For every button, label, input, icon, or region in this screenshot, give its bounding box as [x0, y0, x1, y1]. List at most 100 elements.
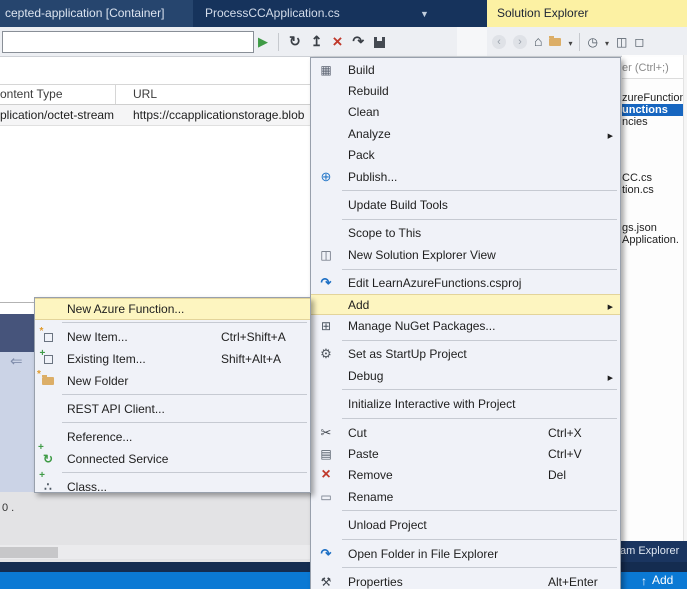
menu-item-pack[interactable]: Pack [311, 145, 620, 166]
column-header-content-type[interactable]: ontent Type [0, 84, 63, 104]
tab-container-document[interactable]: cepted-application [Container] [0, 0, 193, 27]
tree-item-file[interactable]: tion.cs [622, 184, 683, 196]
clipboard-icon [320, 446, 331, 462]
column-divider[interactable] [115, 85, 116, 104]
menu-separator [311, 216, 620, 223]
menu-item-rename[interactable]: Rename [311, 486, 620, 507]
menu-item-new-azure-function[interactable]: New Azure Function... [35, 298, 310, 320]
filter-dropdown-icon[interactable] [605, 34, 609, 50]
shortcut-label: Del [548, 468, 567, 483]
menu-item-edit-csproj[interactable]: Edit LearnAzureFunctions.csproj [311, 273, 620, 294]
project-context-menu: Build Rebuild Clean Analyze Pack Publish… [310, 57, 621, 589]
shortcut-label: Ctrl+V [548, 446, 582, 461]
menu-item-unload-project[interactable]: Unload Project [311, 514, 620, 535]
rename-icon [320, 489, 331, 505]
menu-separator [311, 266, 620, 273]
forward-icon[interactable]: › [513, 35, 527, 49]
save-icon[interactable] [374, 36, 386, 48]
scissors-icon [321, 425, 332, 441]
menu-item-debug[interactable]: Debug [311, 365, 620, 386]
menu-separator [311, 536, 620, 543]
cell-content-type: plication/octet-stream [0, 108, 115, 122]
menu-item-update-build-tools[interactable]: Update Build Tools [311, 194, 620, 215]
wrench-icon [321, 574, 332, 589]
back-icon[interactable]: ‹ [492, 35, 506, 49]
menu-item-new-folder[interactable]: * New Folder [35, 370, 310, 392]
connected-service-icon: + [38, 443, 53, 468]
menu-separator [311, 415, 620, 422]
tree-item-dependencies[interactable]: ncies [622, 116, 683, 128]
menu-item-clean[interactable]: Clean [311, 102, 620, 123]
upload-icon[interactable] [311, 34, 323, 50]
tab-processccapplication[interactable]: ProcessCCApplication.cs [205, 0, 340, 27]
menu-item-scope-to-this[interactable]: Scope to This [311, 223, 620, 244]
menu-item-analyze[interactable]: Analyze [311, 123, 620, 144]
pending-changes-filter-icon[interactable] [587, 34, 597, 50]
blob-filter-input[interactable] [2, 31, 254, 53]
add-to-source-control-button[interactable]: Add [641, 572, 673, 589]
menu-item-remove[interactable]: Remove Del [311, 465, 620, 486]
existing-item-icon: + [40, 348, 53, 364]
switch-views-icon[interactable] [549, 36, 562, 46]
tab-team-explorer[interactable]: am Explorer [610, 541, 687, 562]
menu-item-publish[interactable]: Publish... [311, 166, 620, 187]
menu-item-rest-api-client[interactable]: REST API Client... [35, 398, 310, 420]
panel-splitter[interactable] [457, 27, 487, 57]
navigate-back-icon[interactable] [10, 354, 23, 370]
menu-item-initialize-interactive[interactable]: Initialize Interactive with Project [311, 393, 620, 414]
menu-item-class[interactable]: + Class... [35, 471, 310, 493]
run-icon[interactable] [258, 34, 268, 50]
menu-item-add[interactable]: Add [311, 293, 620, 316]
cell-url: https://ccapplicationstorage.blob [133, 108, 305, 122]
column-header-url[interactable]: URL [133, 84, 157, 104]
menu-item-rebuild[interactable]: Rebuild [311, 80, 620, 101]
menu-item-open-folder-in-file-explorer[interactable]: Open Folder in File Explorer [311, 543, 620, 564]
menu-separator [311, 386, 620, 393]
menu-separator [311, 564, 620, 571]
document-well-dropdown-icon[interactable]: ▼ [420, 9, 429, 19]
new-solution-explorer-view-icon [320, 247, 331, 263]
gear-icon [320, 346, 332, 362]
submenu-arrow-icon [608, 367, 613, 385]
background-counter-text: 0 . [2, 502, 15, 514]
new-folder-icon: * [37, 370, 54, 385]
menu-item-new-item[interactable]: * New Item... Ctrl+Shift+A [35, 326, 310, 348]
sync-with-active-document-icon[interactable] [634, 34, 644, 50]
menu-item-set-as-startup-project[interactable]: Set as StartUp Project [311, 344, 620, 365]
tree-item-project-selected[interactable]: unctions [622, 104, 683, 116]
menu-item-properties[interactable]: Properties Alt+Enter [311, 571, 620, 589]
shortcut-label: Ctrl+X [548, 425, 582, 440]
background-divider [0, 302, 34, 303]
tree-item-file[interactable]: Application. [622, 234, 683, 246]
shortcut-label: Alt+Enter [548, 574, 598, 589]
refresh-icon[interactable] [289, 34, 301, 50]
menu-item-existing-item[interactable]: + Existing Item... Shift+Alt+A [35, 348, 310, 370]
publish-icon [321, 169, 332, 185]
solution-explorer-toolbar-buttons: ‹ › [492, 27, 644, 57]
delete-icon[interactable] [332, 33, 342, 51]
tree-item-file[interactable]: gs.json [622, 222, 683, 234]
redo-icon[interactable] [352, 34, 364, 50]
tree-item-file[interactable]: CC.cs [622, 172, 683, 184]
menu-item-connected-service[interactable]: + Connected Service [35, 443, 310, 470]
add-to-source-control-label: Add [652, 573, 674, 587]
toolbar-divider [278, 33, 279, 51]
menu-item-build[interactable]: Build [311, 59, 620, 80]
solution-explorer-search-input[interactable]: er (Ctrl+;) [622, 57, 683, 79]
menu-item-cut[interactable]: Cut Ctrl+X [311, 422, 620, 443]
menu-separator [311, 507, 620, 514]
menu-item-paste[interactable]: Paste Ctrl+V [311, 443, 620, 464]
tree-item-solution[interactable]: zureFunction [622, 92, 683, 104]
solution-explorer-scrollbar[interactable] [683, 55, 687, 541]
editor-toolbar-buttons [258, 27, 386, 57]
menu-item-reference[interactable]: Reference... [35, 426, 310, 448]
switch-views-dropdown-icon[interactable] [568, 34, 572, 50]
home-icon[interactable] [534, 34, 542, 50]
horizontal-scrollbar-thumb[interactable] [0, 547, 58, 558]
background-window-panel [0, 352, 34, 492]
solution-explorer-title: Solution Explorer [487, 0, 687, 27]
menu-item-new-solution-explorer-view[interactable]: New Solution Explorer View [311, 244, 620, 265]
nuget-icon [321, 318, 331, 334]
collapse-all-icon[interactable] [616, 34, 627, 50]
menu-item-manage-nuget-packages[interactable]: Manage NuGet Packages... [311, 315, 620, 336]
